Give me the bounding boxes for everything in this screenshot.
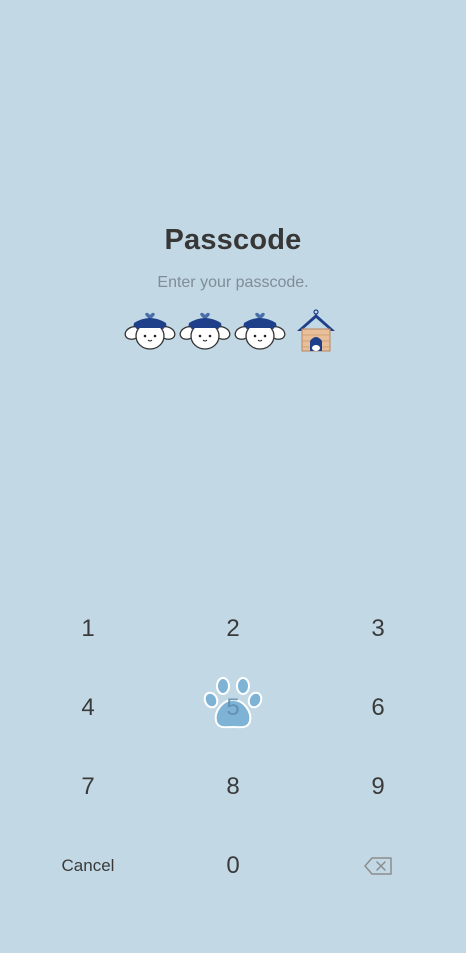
page-subtitle: Enter your passcode. [157,274,309,291]
key-label: 6 [371,694,385,721]
passcode-screen: Passcode Enter your passcode. 1 2 3 4 5 … [0,0,466,953]
key-label: 9 [371,773,385,800]
puppy-face-icon [234,312,286,350]
key-label: 4 [81,694,95,721]
keypad-key-0[interactable]: 0 [178,836,288,896]
keypad-key-2[interactable]: 2 [178,599,288,659]
passcode-indicators [124,309,338,355]
doghouse-icon [297,309,335,352]
keypad-key-1[interactable]: 1 [33,599,143,659]
key-label: 5 [226,694,240,721]
keypad-key-7[interactable]: 7 [33,757,143,817]
key-label: 2 [226,615,240,642]
page-title: Passcode [164,224,302,256]
backspace-button[interactable] [323,836,433,896]
key-label: 0 [226,852,240,879]
puppy-face-icon [179,312,231,350]
cancel-button[interactable]: Cancel [33,836,143,896]
key-label: 1 [81,615,95,642]
backspace-icon [364,857,392,875]
keypad-key-4[interactable]: 4 [33,678,143,738]
key-label: 8 [226,773,240,800]
key-label: 3 [371,615,385,642]
keypad-key-8[interactable]: 8 [178,757,288,817]
cancel-label: Cancel [61,856,115,875]
keypad-key-9[interactable]: 9 [323,757,433,817]
key-label: 7 [81,773,95,800]
keypad-key-3[interactable]: 3 [323,599,433,659]
puppy-face-icon [124,312,176,350]
keypad-key-6[interactable]: 6 [323,678,433,738]
